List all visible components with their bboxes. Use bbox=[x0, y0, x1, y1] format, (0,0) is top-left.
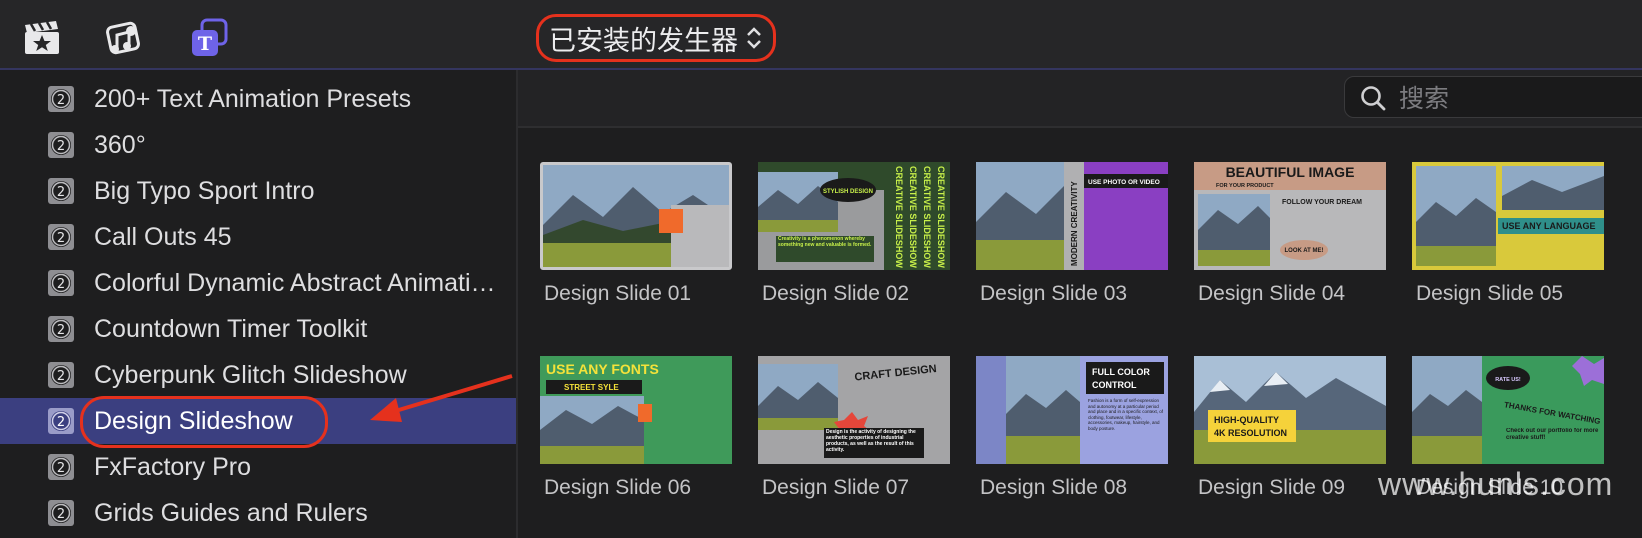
tile-text: BEAUTIFUL IMAGE bbox=[1226, 164, 1355, 180]
tile-text: CREATIVE SLIDESHOW bbox=[922, 166, 932, 268]
svg-text:2: 2 bbox=[57, 415, 65, 430]
tile-text: CONTROL bbox=[1092, 380, 1137, 390]
tile-thumbnail: FULL COLOR CONTROL Fashion is a form of … bbox=[976, 356, 1168, 464]
sidebar-item[interactable]: 2 200+ Text Animation Presets bbox=[0, 76, 516, 122]
sidebar-item-label: 200+ Text Animation Presets bbox=[94, 84, 412, 113]
sidebar-item-label: Grids Guides and Rulers bbox=[94, 498, 368, 527]
tile-label: Design Slide 05 bbox=[1416, 282, 1564, 305]
tile-text: Check out our portfolio for more creativ… bbox=[1506, 428, 1599, 441]
generator-badge-icon: 2 bbox=[48, 408, 74, 434]
tile-thumbnail: USE PHOTO OR VIDEO MODERN CREATIVITY bbox=[976, 162, 1168, 270]
generator-list-sidebar: 2 200+ Text Animation Presets 2 360° 2 B… bbox=[0, 70, 518, 538]
generator-badge-icon: 2 bbox=[48, 270, 74, 296]
tile-text: HIGH-QUALITY bbox=[1214, 415, 1279, 425]
generator-badge-icon: 2 bbox=[48, 454, 74, 480]
audio-browser-button[interactable] bbox=[104, 18, 144, 58]
tile-text: CREATIVE SLIDESHOW bbox=[936, 166, 946, 268]
tile-text: FOLLOW YOUR DREAM bbox=[1282, 199, 1362, 206]
svg-text:2: 2 bbox=[57, 231, 65, 246]
annotation-arrow-icon bbox=[370, 374, 513, 422]
svg-text:2: 2 bbox=[57, 507, 65, 522]
search-icon bbox=[1361, 86, 1386, 111]
sidebar-item[interactable]: 2 FxFactory Pro bbox=[0, 444, 516, 490]
tile-text: CREATIVE SLIDESHOW bbox=[908, 166, 918, 268]
sidebar-item[interactable]: 2 Grids Guides and Rulers bbox=[0, 490, 516, 536]
search-field[interactable]: 搜索 bbox=[1344, 76, 1642, 118]
chevron-up-down-icon bbox=[747, 27, 761, 49]
tile-text: Fashion is a form of self-expression and… bbox=[1088, 398, 1164, 431]
tile-text: USE PHOTO OR VIDEO bbox=[1088, 179, 1160, 186]
sidebar-item-label: Call Outs 45 bbox=[94, 222, 232, 251]
titles-generators-icon: T bbox=[192, 18, 228, 56]
music-photo-icon bbox=[106, 21, 140, 55]
tile-text: USE ANY FONTS bbox=[546, 361, 659, 377]
tile-thumbnail: USE ANY LANGUAGE bbox=[1412, 162, 1604, 270]
tile-text: USE ANY LANGUAGE bbox=[1502, 221, 1596, 231]
top-toolbar: T 已安装的发生器 bbox=[0, 0, 1642, 70]
svg-text:2: 2 bbox=[57, 369, 65, 384]
tile-thumbnail: RATE US! THANKS FOR WATCHING Check out o… bbox=[1412, 356, 1604, 464]
generator-badge-icon: 2 bbox=[48, 362, 74, 388]
sidebar-item-label: 360° bbox=[94, 130, 146, 159]
svg-text:2: 2 bbox=[57, 277, 65, 292]
media-browser-button[interactable] bbox=[22, 18, 62, 58]
sidebar-item[interactable]: 2 360° bbox=[0, 122, 516, 168]
sidebar-item-label: Countdown Timer Toolkit bbox=[94, 314, 368, 343]
svg-text:2: 2 bbox=[57, 461, 65, 476]
generator-badge-icon: 2 bbox=[48, 316, 74, 342]
tile-text: CREATIVE SLIDESHOW bbox=[894, 166, 904, 268]
generator-badge-icon: 2 bbox=[48, 86, 74, 112]
tile-text: Design is the activity of designing the … bbox=[826, 429, 916, 453]
browser-header: 搜索 bbox=[518, 70, 1642, 128]
tile-thumbnail: CRAFT DESIGN Design is the activity of d… bbox=[758, 356, 950, 464]
clapperboard-star-icon bbox=[25, 21, 59, 54]
tile-text: LOOK AT ME! bbox=[1285, 248, 1324, 254]
tile-thumbnail: STYLISH DESIGN CREATIVE SLIDESHOW CREATI… bbox=[758, 162, 950, 270]
generator-badge-icon: 2 bbox=[48, 132, 74, 158]
sidebar-item[interactable]: 2 Call Outs 45 bbox=[0, 214, 516, 260]
svg-text:2: 2 bbox=[57, 93, 65, 108]
tile-thumbnail: USE ANY FONTS STREET SYLE bbox=[540, 356, 732, 464]
watermark: www.hunls.com bbox=[1378, 466, 1614, 502]
tile-text: FOR YOUR PRODUCT bbox=[1216, 183, 1274, 189]
tile-thumbnail: BEAUTIFUL IMAGE FOR YOUR PRODUCT FOLLOW … bbox=[1194, 162, 1386, 270]
svg-text:2: 2 bbox=[57, 323, 65, 338]
tile-label: Design Slide 02 bbox=[762, 282, 910, 305]
generator-badge-icon: 2 bbox=[48, 500, 74, 526]
dropdown-label: 已安装的发生器 bbox=[549, 25, 738, 57]
sidebar-item-label: Colorful Dynamic Abstract Animations bbox=[94, 268, 504, 297]
tile-label: Design Slide 06 bbox=[544, 476, 692, 499]
tile-label: Design Slide 07 bbox=[762, 476, 910, 499]
tile-text: STREET SYLE bbox=[564, 383, 619, 392]
tile-text: RATE US! bbox=[1495, 377, 1521, 383]
sidebar-item[interactable]: 2 Countdown Timer Toolkit bbox=[0, 306, 516, 352]
tile-label: Design Slide 08 bbox=[980, 476, 1128, 499]
svg-text:T: T bbox=[198, 33, 212, 55]
svg-text:2: 2 bbox=[57, 185, 65, 200]
sidebar-item[interactable]: 2 Colorful Dynamic Abstract Animations bbox=[0, 260, 516, 306]
generator-badge-icon: 2 bbox=[48, 224, 74, 250]
tile-label: Design Slide 04 bbox=[1198, 282, 1346, 305]
tile-text: STYLISH DESIGN bbox=[823, 189, 873, 195]
tile-text: FULL COLOR bbox=[1092, 367, 1150, 377]
sidebar-item-label: FxFactory Pro bbox=[94, 452, 251, 481]
sidebar-item-label: Big Typo Sport Intro bbox=[94, 176, 315, 205]
tile-thumbnail: HIGH-QUALITY 4K RESOLUTION bbox=[1194, 356, 1386, 464]
tile-label: Design Slide 03 bbox=[980, 282, 1128, 305]
tile-thumbnail bbox=[540, 162, 732, 270]
generator-badge-icon: 2 bbox=[48, 178, 74, 204]
annotation-highlight-ring bbox=[80, 396, 328, 448]
tile-text: 4K RESOLUTION bbox=[1214, 428, 1287, 438]
search-placeholder: 搜索 bbox=[1399, 84, 1450, 113]
tile-text: Creativity is a phenomenon whereby somet… bbox=[778, 236, 872, 248]
generator-category-dropdown[interactable]: 已安装的发生器 bbox=[536, 14, 776, 62]
tile-label: Design Slide 01 bbox=[544, 282, 692, 305]
svg-text:2: 2 bbox=[57, 139, 65, 154]
tile-text: MODERN CREATIVITY bbox=[1070, 181, 1079, 266]
tile-label: Design Slide 09 bbox=[1198, 476, 1346, 499]
titles-browser-button[interactable]: T bbox=[190, 18, 230, 58]
sidebar-item[interactable]: 2 Big Typo Sport Intro bbox=[0, 168, 516, 214]
